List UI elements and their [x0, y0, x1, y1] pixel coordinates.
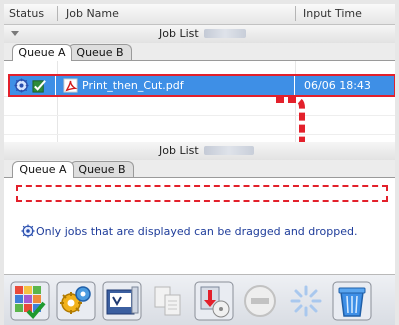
- drag-drop-hint: Only jobs that are displayed can be drag…: [21, 224, 357, 238]
- output-to-disc-icon[interactable]: [194, 281, 234, 321]
- gear-settings-icon[interactable]: [56, 281, 96, 321]
- tab-upper-queue-a[interactable]: Queue A: [12, 44, 72, 61]
- collapse-icon[interactable]: [11, 31, 19, 36]
- lower-panel-title: Job List: [159, 144, 199, 157]
- upper-panel-title-bar: Job List: [4, 25, 395, 43]
- column-divider[interactable]: [57, 6, 58, 21]
- status-gear-icon: [14, 78, 29, 93]
- upper-job-list: [4, 61, 395, 142]
- column-job-name[interactable]: Job Name: [66, 7, 119, 20]
- upper-tab-strip: Queue A Queue B: [4, 43, 395, 61]
- lower-tab-strip: Queue A Queue B: [4, 160, 395, 178]
- copy-document-icon[interactable]: [148, 281, 188, 321]
- job-name: Print_then_Cut.pdf: [82, 79, 184, 92]
- upper-panel-title: Job List: [159, 27, 199, 40]
- column-divider[interactable]: [295, 6, 296, 21]
- status-check-icon: [32, 80, 46, 93]
- column-header: Status Job Name Input Time: [4, 4, 395, 25]
- drop-target[interactable]: [16, 185, 388, 202]
- column-input-time[interactable]: Input Time: [303, 7, 362, 20]
- info-gear-icon: [21, 224, 35, 238]
- table-row[interactable]: Print_then_Cut.pdf 06/06 18:43: [8, 74, 395, 97]
- pdf-file-icon: [63, 78, 78, 93]
- tab-lower-queue-a[interactable]: Queue A: [12, 161, 74, 178]
- job-grid-icon[interactable]: [10, 281, 50, 321]
- trash-icon[interactable]: [332, 281, 372, 321]
- toolbar: [4, 274, 395, 325]
- minus-icon[interactable]: [240, 281, 280, 321]
- redacted-printer-name: [204, 29, 246, 38]
- spinner-icon[interactable]: [286, 281, 326, 321]
- lower-panel-title-bar: Job List: [4, 142, 395, 160]
- printer-settings-icon[interactable]: [102, 281, 142, 321]
- job-input-time: 06/06 18:43: [304, 79, 371, 92]
- message-text: Only jobs that are displayed can be drag…: [36, 225, 358, 238]
- job-list-window: Status Job Name Input Time Job List Queu…: [0, 0, 399, 325]
- tab-upper-queue-b[interactable]: Queue B: [68, 44, 132, 60]
- redacted-printer-name: [204, 146, 254, 155]
- column-status[interactable]: Status: [9, 7, 44, 20]
- tab-lower-queue-b[interactable]: Queue B: [70, 161, 134, 177]
